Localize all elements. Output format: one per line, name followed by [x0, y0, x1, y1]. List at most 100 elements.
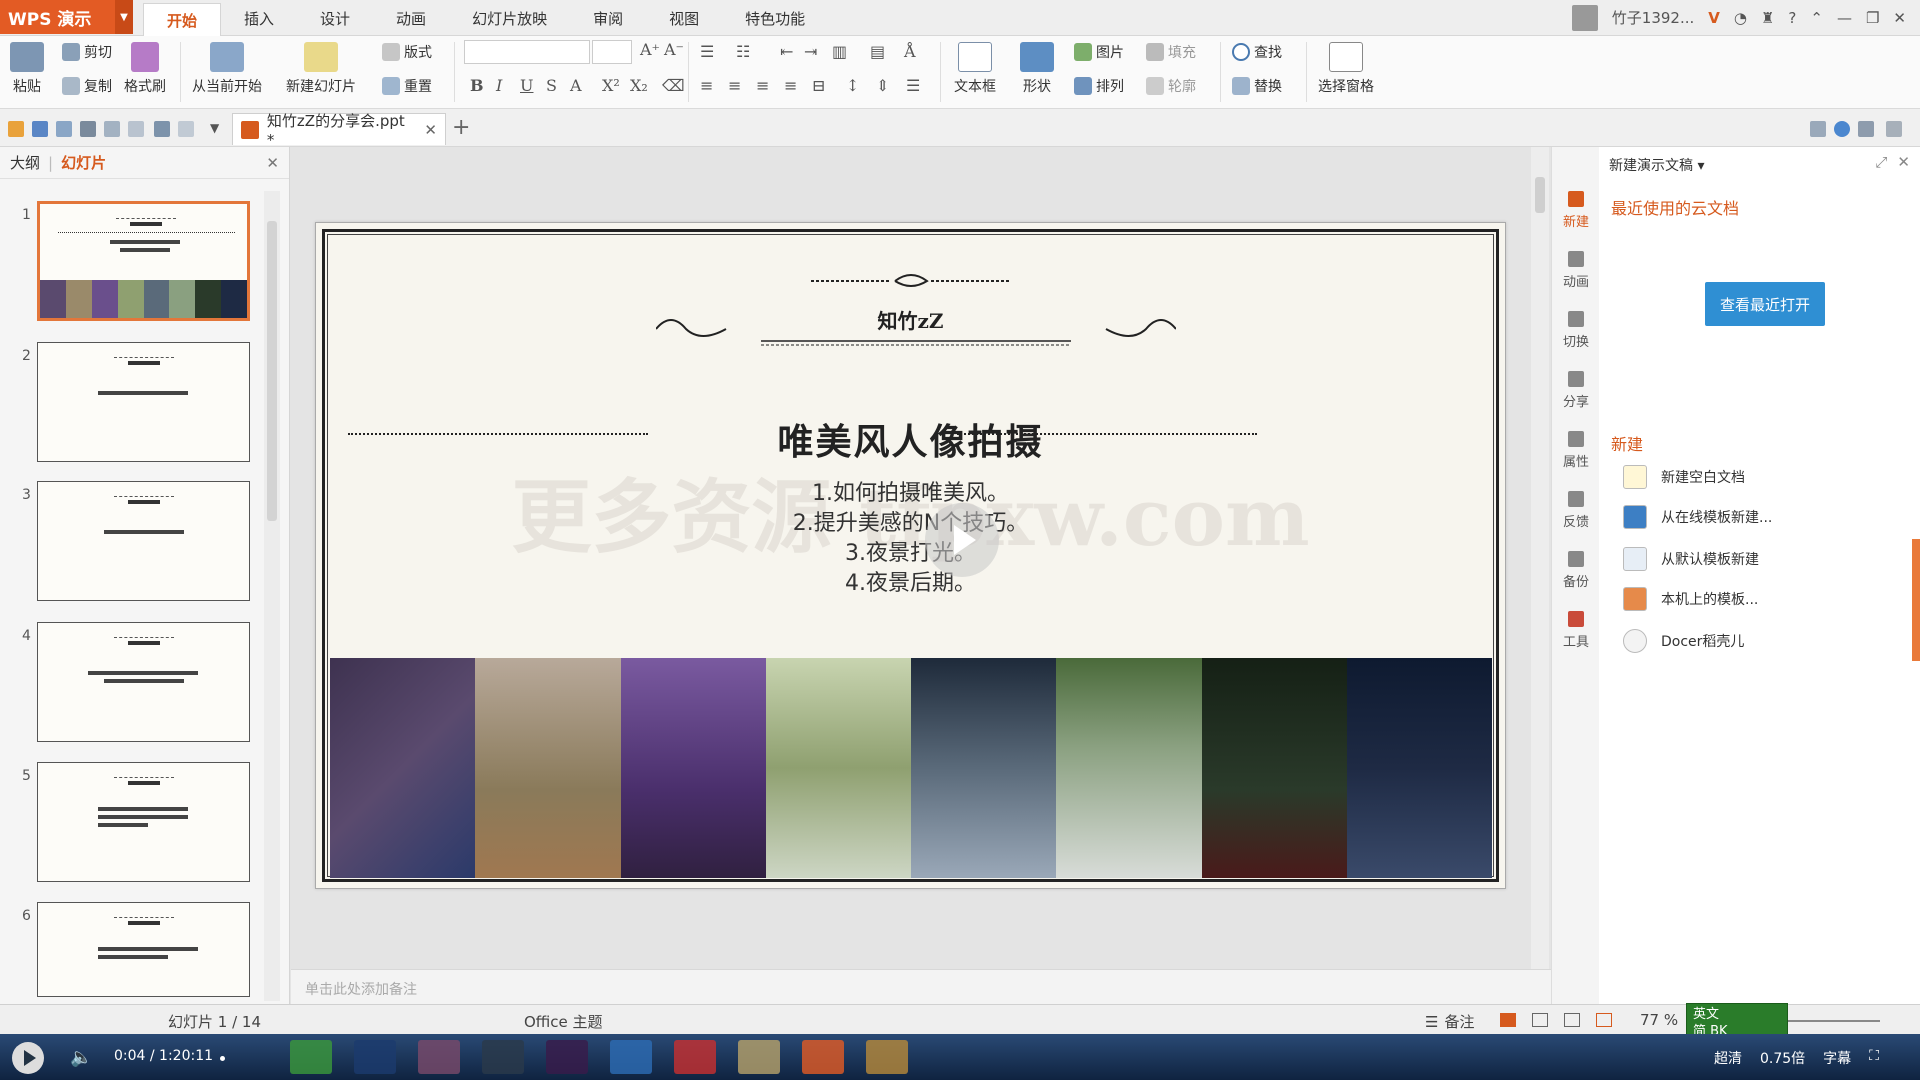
- font-name-select[interactable]: [464, 40, 590, 64]
- text-box-align-icon[interactable]: ▤: [870, 42, 885, 61]
- panel-scrollbar[interactable]: [264, 191, 280, 1001]
- chevron-down-icon[interactable]: ▼: [115, 0, 133, 34]
- video-play-overlay[interactable]: [925, 503, 999, 577]
- avatar[interactable]: [1571, 4, 1598, 31]
- slide-sorter-icon[interactable]: [1532, 1013, 1548, 1027]
- photo[interactable]: [765, 658, 911, 878]
- editor-scrollbar[interactable]: [1531, 147, 1549, 969]
- replace-button[interactable]: 替换: [1232, 76, 1282, 96]
- outline-button[interactable]: 轮廓: [1146, 76, 1196, 96]
- slide-thumbnail[interactable]: [37, 342, 250, 462]
- superscript-button[interactable]: X²: [602, 76, 620, 95]
- nav-tools[interactable]: 工具: [1552, 611, 1600, 650]
- selection-pane-button[interactable]: 选择窗格: [1318, 42, 1374, 96]
- cloud-app-icon[interactable]: [610, 1040, 652, 1074]
- progress-handle[interactable]: [220, 1056, 225, 1061]
- photo[interactable]: [911, 658, 1057, 878]
- settings-icon[interactable]: [1886, 121, 1902, 137]
- photoshop-icon[interactable]: [354, 1040, 396, 1074]
- underline-button[interactable]: U: [520, 76, 533, 95]
- play-from-current-button[interactable]: 从当前开始: [192, 42, 262, 96]
- collapse-ribbon-icon[interactable]: ⌃: [1810, 9, 1823, 27]
- app-icon[interactable]: [674, 1040, 716, 1074]
- scrollbar-thumb[interactable]: [1535, 177, 1545, 213]
- media-icon[interactable]: [866, 1040, 908, 1074]
- font-size-select[interactable]: [592, 40, 632, 64]
- chevron-down-icon[interactable]: ▼: [210, 121, 226, 137]
- nav-share[interactable]: 分享: [1552, 371, 1600, 410]
- print-icon[interactable]: [80, 121, 96, 137]
- photo[interactable]: [475, 658, 621, 878]
- shirt-icon[interactable]: ♜: [1761, 9, 1774, 27]
- subtitle-button[interactable]: 字幕: [1823, 1048, 1851, 1068]
- tab-special[interactable]: 特色功能: [722, 0, 828, 36]
- format-painter-button[interactable]: 格式刷: [124, 42, 166, 96]
- photo[interactable]: [1056, 658, 1202, 878]
- fill-button[interactable]: 填充: [1146, 42, 1196, 62]
- folder-icon[interactable]: [738, 1040, 780, 1074]
- cut-button[interactable]: 剪切: [62, 42, 112, 62]
- slide-content-list[interactable]: 1.如何拍摄唯美风。 2.提升美感的N个技巧。 3.夜景打光。 4.夜景后期。: [316, 479, 1505, 599]
- arrange-button[interactable]: 排列: [1074, 76, 1124, 96]
- minimize-icon[interactable]: —: [1837, 9, 1852, 27]
- subscript-button[interactable]: X₂: [630, 76, 648, 95]
- slide-thumbnail-row[interactable]: 1: [0, 201, 270, 325]
- italic-button[interactable]: I: [496, 76, 502, 95]
- maximize-icon[interactable]: ❐: [1866, 9, 1879, 27]
- theme-name[interactable]: Office 主题: [524, 1011, 603, 1032]
- premiere-icon[interactable]: [546, 1040, 588, 1074]
- cloud-icon[interactable]: [1834, 121, 1850, 137]
- scrollbar-thumb[interactable]: [267, 221, 277, 521]
- export-icon[interactable]: [56, 121, 72, 137]
- textbox-button[interactable]: 文本框: [954, 42, 996, 96]
- paragraph-spacing-icon[interactable]: ⇕: [876, 76, 889, 95]
- zoom-slider[interactable]: [1780, 1020, 1880, 1022]
- paste-button[interactable]: 粘贴: [10, 42, 44, 96]
- copy-button[interactable]: 复制: [62, 76, 112, 96]
- nav-feedback[interactable]: 反馈: [1552, 491, 1600, 530]
- slide-thumbnail-row[interactable]: 3: [0, 481, 270, 605]
- nav-transition[interactable]: 切换: [1552, 311, 1600, 350]
- photo[interactable]: [620, 658, 766, 878]
- tab-slides[interactable]: 幻灯片: [61, 152, 106, 173]
- tab-review[interactable]: 审阅: [570, 0, 646, 36]
- notes-toggle[interactable]: ☰ 备注: [1425, 1011, 1474, 1032]
- shadow-button[interactable]: S: [546, 76, 557, 95]
- volume-icon[interactable]: 🔈: [70, 1047, 92, 1068]
- sync-icon[interactable]: [1858, 121, 1874, 137]
- pane-title[interactable]: 新建演示文稿 ▾: [1609, 155, 1704, 175]
- tab-insert[interactable]: 插入: [221, 0, 297, 36]
- align-left-icon[interactable]: ≡: [700, 76, 713, 95]
- quality-button[interactable]: 超清: [1714, 1048, 1742, 1068]
- tab-view[interactable]: 视图: [646, 0, 722, 36]
- close-icon[interactable]: ✕: [1893, 9, 1906, 27]
- nav-animation[interactable]: 动画: [1552, 251, 1600, 290]
- tab-animation[interactable]: 动画: [373, 0, 449, 36]
- paragraph-icon[interactable]: ☰: [906, 76, 920, 95]
- slideshow-icon[interactable]: [1596, 1013, 1612, 1027]
- bold-button[interactable]: B: [470, 76, 484, 95]
- document-tab[interactable]: 知竹zZ的分享会.ppt * ✕: [232, 112, 446, 149]
- distribute-icon[interactable]: ⊟: [812, 76, 825, 95]
- new-blank-item[interactable]: 新建空白文档: [1623, 465, 1745, 489]
- open-folder-icon[interactable]: [8, 121, 24, 137]
- new-tab-icon[interactable]: +: [452, 115, 470, 140]
- browser-icon[interactable]: [290, 1040, 332, 1074]
- columns-icon[interactable]: ▥: [832, 42, 847, 61]
- normal-view-icon[interactable]: [1500, 1013, 1516, 1027]
- lightroom-icon[interactable]: [482, 1040, 524, 1074]
- undock-icon[interactable]: ⤢: [1875, 153, 1887, 171]
- skin-icon[interactable]: ◔: [1734, 9, 1747, 27]
- picture-button[interactable]: 图片: [1074, 42, 1124, 62]
- find-button[interactable]: 查找: [1232, 42, 1282, 62]
- close-tab-icon[interactable]: ✕: [424, 121, 437, 139]
- slide-thumbnail-row[interactable]: 2: [0, 342, 270, 466]
- decrease-indent-icon[interactable]: ⇤: [780, 42, 793, 61]
- nav-properties[interactable]: 属性: [1552, 431, 1600, 470]
- slide-thumbnail[interactable]: [37, 622, 250, 742]
- photo[interactable]: [1201, 658, 1347, 878]
- close-icon[interactable]: ✕: [1897, 153, 1910, 171]
- tab-home[interactable]: 开始: [143, 3, 222, 37]
- slide-thumbnail[interactable]: [37, 481, 250, 601]
- speed-button[interactable]: 0.75倍: [1760, 1048, 1805, 1068]
